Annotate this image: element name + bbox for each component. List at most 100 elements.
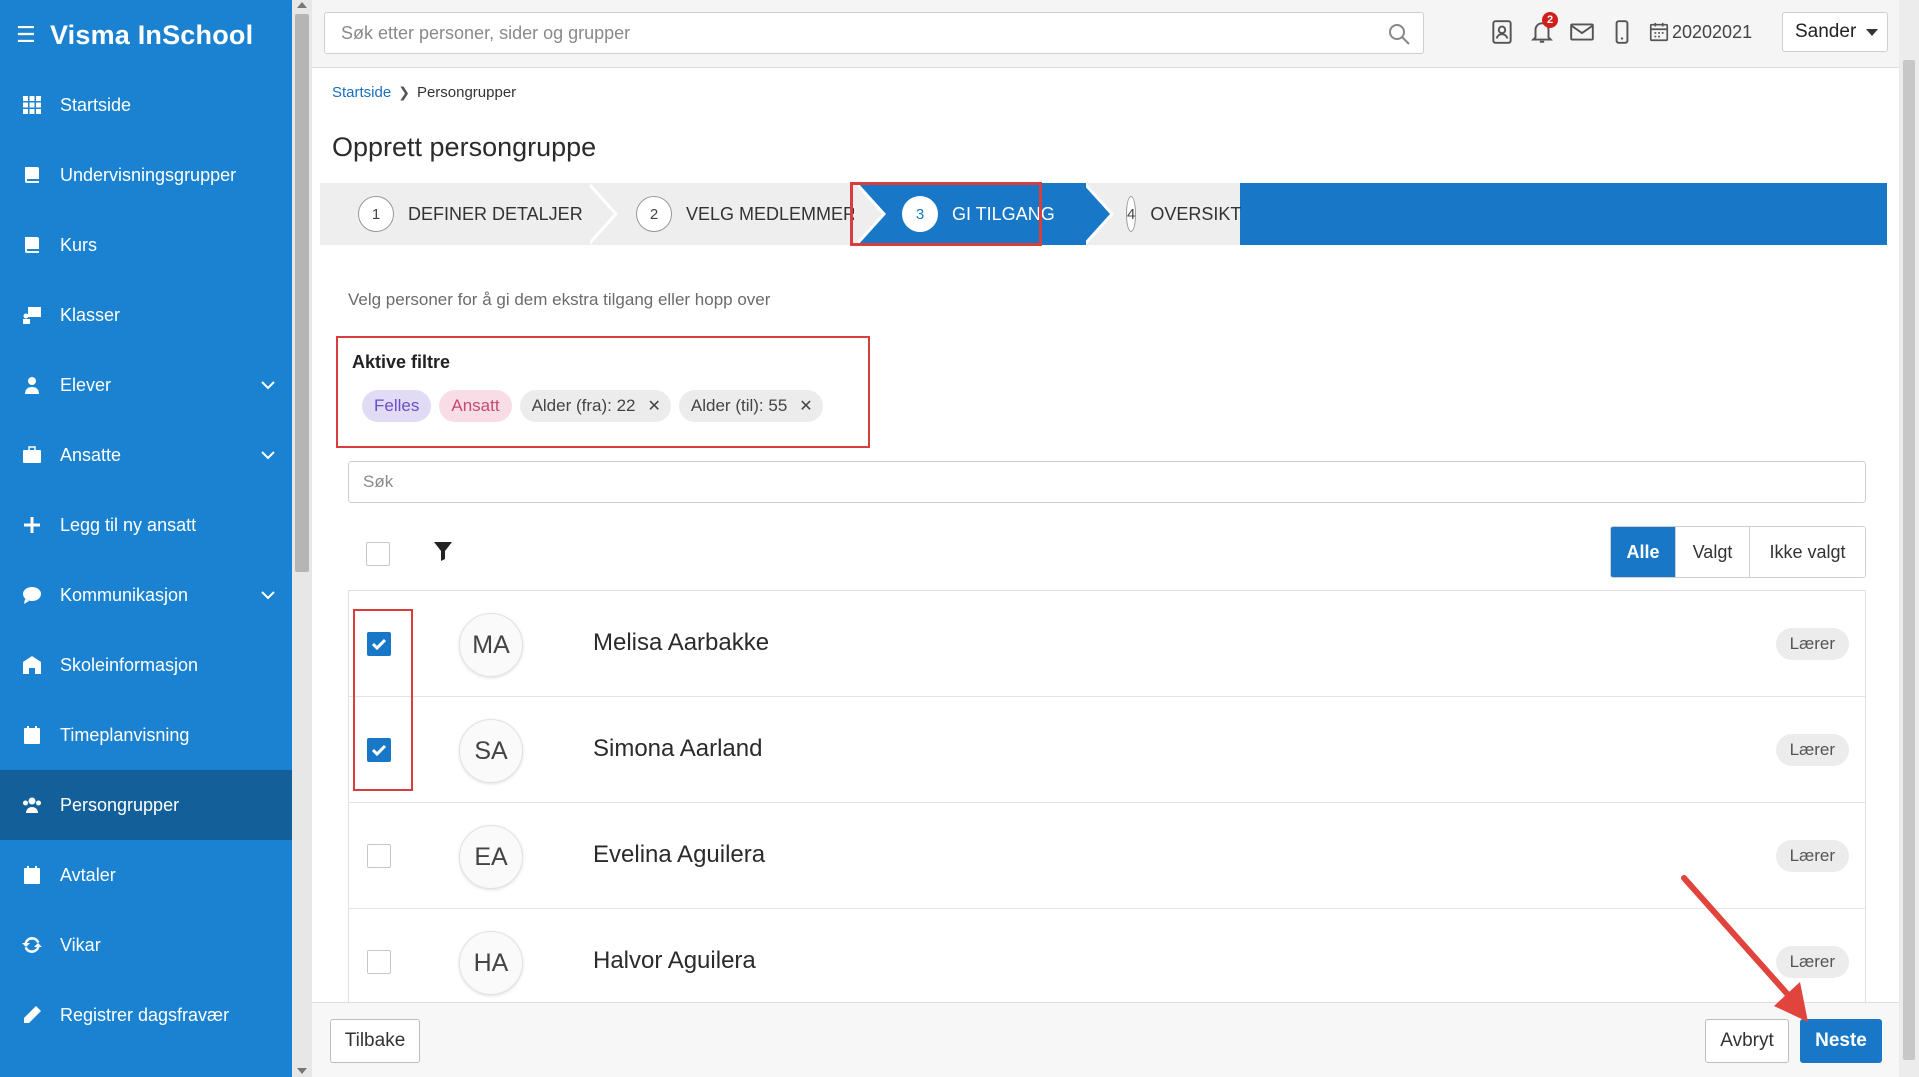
user-menu-button[interactable]: Sander bbox=[1782, 12, 1888, 52]
page-title: Opprett persongruppe bbox=[332, 132, 597, 162]
row-checkbox[interactable] bbox=[367, 950, 391, 974]
global-search-input[interactable] bbox=[325, 13, 1365, 53]
sidebar-item-label: Kommunikasjon bbox=[60, 584, 189, 605]
filter-icon[interactable] bbox=[433, 540, 453, 562]
scrollbar-thumb[interactable] bbox=[295, 14, 309, 572]
chevron-down-icon[interactable] bbox=[260, 587, 276, 603]
step-divider bbox=[1082, 183, 1110, 245]
sidebar-item-skoleinformasjon[interactable]: Skoleinformasjon bbox=[0, 630, 292, 700]
sidebar-item-startside[interactable]: Startside bbox=[0, 70, 292, 140]
grid-icon bbox=[22, 95, 42, 115]
search-icon[interactable] bbox=[1387, 22, 1411, 46]
filter-selected-button[interactable]: Valgt bbox=[1675, 527, 1749, 577]
list-search-input[interactable] bbox=[349, 462, 1865, 502]
plus-icon bbox=[22, 515, 42, 535]
mobile-button[interactable] bbox=[1602, 14, 1642, 50]
school-year: 20202021 bbox=[1672, 21, 1753, 42]
page-scrollbar[interactable] bbox=[1899, 0, 1919, 1077]
wizard-step-1[interactable]: 1 DEFINER DETALJER bbox=[320, 183, 590, 245]
step-divider bbox=[586, 183, 614, 245]
calendar-icon bbox=[22, 725, 42, 745]
sidebar-nav: Startside Undervisningsgrupper Kurs Klas… bbox=[0, 70, 292, 1050]
step-label: OVERSIKT bbox=[1150, 203, 1242, 224]
sidebar-item-registrer-dagsfravaer[interactable]: Registrer dagsfravær bbox=[0, 980, 292, 1050]
student-icon bbox=[22, 375, 42, 395]
topbar: 2 20202021 Sander bbox=[312, 0, 1899, 68]
select-all-checkbox[interactable] bbox=[366, 542, 390, 566]
refresh-icon bbox=[22, 935, 42, 955]
briefcase-icon bbox=[22, 445, 42, 465]
list-item[interactable]: EA Evelina Aguilera Lærer bbox=[349, 803, 1865, 909]
contacts-button[interactable] bbox=[1482, 14, 1522, 50]
close-icon[interactable]: ✕ bbox=[799, 396, 812, 416]
sidebar-item-label: Startside bbox=[60, 94, 132, 115]
sidebar-item-legg-til-ny-ansatt[interactable]: Legg til ny ansatt bbox=[0, 490, 292, 560]
sidebar-item-label: Timeplanvisning bbox=[60, 724, 190, 745]
scroll-up-icon[interactable] bbox=[297, 2, 307, 8]
filter-chip-ansatt: Ansatt bbox=[439, 390, 512, 422]
calendar-check-icon bbox=[22, 865, 42, 885]
breadcrumb-home-link[interactable]: Startside bbox=[332, 84, 391, 101]
sidebar-scrollbar[interactable] bbox=[292, 0, 312, 1077]
list-item[interactable]: HA Halvor Aguilera Lærer bbox=[349, 909, 1865, 1015]
sidebar-item-kurs[interactable]: Kurs bbox=[0, 210, 292, 280]
check-icon bbox=[371, 744, 387, 757]
sidebar-item-persongrupper[interactable]: Persongrupper bbox=[0, 770, 292, 840]
scrollbar-thumb[interactable] bbox=[1903, 60, 1915, 1060]
sidebar-item-label: Klasser bbox=[60, 304, 121, 325]
list-item[interactable]: MA Melisa Aarbakke Lærer bbox=[349, 591, 1865, 697]
chevron-right-icon: ❯ bbox=[398, 84, 410, 100]
footer-bar: Tilbake Avbryt Neste bbox=[312, 1002, 1899, 1077]
sidebar-item-label: Vikar bbox=[60, 934, 101, 955]
sidebar-item-timeplanvisning[interactable]: Timeplanvisning bbox=[0, 700, 292, 770]
sidebar-item-avtaler[interactable]: Avtaler bbox=[0, 840, 292, 910]
notifications-button[interactable]: 2 bbox=[1522, 12, 1562, 50]
sidebar-item-label: Skoleinformasjon bbox=[60, 654, 199, 675]
wizard-step-3[interactable]: 3 GI TILGANG bbox=[858, 183, 1086, 245]
filter-chips: Felles Ansatt Alder (fra): 22 ✕ Alder (t… bbox=[362, 390, 831, 422]
cancel-button[interactable]: Avbryt bbox=[1705, 1019, 1789, 1063]
row-checkbox[interactable] bbox=[367, 844, 391, 868]
global-search bbox=[324, 12, 1424, 54]
list-item[interactable]: SA Simona Aarland Lærer bbox=[349, 697, 1865, 803]
avatar: SA bbox=[459, 719, 523, 783]
active-filters: Aktive filtre Felles Ansatt Alder (fra):… bbox=[336, 336, 870, 448]
wizard-step-2[interactable]: 2 VELG MEDLEMMER bbox=[590, 183, 858, 245]
next-button[interactable]: Neste bbox=[1800, 1019, 1882, 1063]
scroll-down-icon[interactable] bbox=[297, 1068, 307, 1074]
page-subtitle: Velg personer for å gi dem ekstra tilgan… bbox=[348, 290, 771, 309]
avatar: MA bbox=[459, 613, 523, 677]
row-checkbox[interactable] bbox=[367, 632, 391, 656]
step-number: 3 bbox=[902, 196, 938, 232]
chevron-down-icon[interactable] bbox=[260, 377, 276, 393]
sidebar-item-elever[interactable]: Elever bbox=[0, 350, 292, 420]
phone-icon bbox=[1615, 20, 1629, 44]
role-badge: Lærer bbox=[1775, 946, 1849, 978]
back-button[interactable]: Tilbake bbox=[330, 1019, 420, 1063]
role-badge: Lærer bbox=[1775, 840, 1849, 872]
hamburger-menu-icon[interactable]: ☰ bbox=[16, 22, 36, 48]
sidebar-item-ansatte[interactable]: Ansatte bbox=[0, 420, 292, 490]
top-icons: 2 20202021 bbox=[1482, 12, 1752, 50]
users-icon bbox=[22, 795, 42, 815]
close-icon[interactable]: ✕ bbox=[648, 396, 661, 416]
sidebar-item-klasser[interactable]: Klasser bbox=[0, 280, 292, 350]
sidebar-item-kommunikasjon[interactable]: Kommunikasjon bbox=[0, 560, 292, 630]
main-content: Startside ❯ Persongrupper Opprett person… bbox=[312, 68, 1899, 1077]
person-name: Simona Aarland bbox=[593, 735, 763, 762]
user-name: Sander bbox=[1795, 21, 1857, 42]
school-year-button[interactable]: 20202021 bbox=[1642, 14, 1752, 50]
chevron-down-icon[interactable] bbox=[260, 447, 276, 463]
sidebar-item-undervisningsgrupper[interactable]: Undervisningsgrupper bbox=[0, 140, 292, 210]
step-divider bbox=[854, 183, 882, 245]
app-title: Visma InSchool bbox=[49, 19, 254, 50]
messages-button[interactable] bbox=[1562, 14, 1602, 50]
row-checkbox[interactable] bbox=[367, 738, 391, 762]
wizard-steps: 1 DEFINER DETALJER 2 VELG MEDLEMMER 3 GI… bbox=[320, 182, 1887, 246]
role-badge: Lærer bbox=[1775, 628, 1849, 660]
classroom-icon bbox=[22, 305, 42, 325]
sidebar-item-vikar[interactable]: Vikar bbox=[0, 910, 292, 980]
filter-all-button[interactable]: Alle bbox=[1611, 527, 1675, 577]
filter-chip-label: Alder (fra): 22 bbox=[531, 396, 636, 415]
filter-not-selected-button[interactable]: Ikke valgt bbox=[1749, 527, 1865, 577]
